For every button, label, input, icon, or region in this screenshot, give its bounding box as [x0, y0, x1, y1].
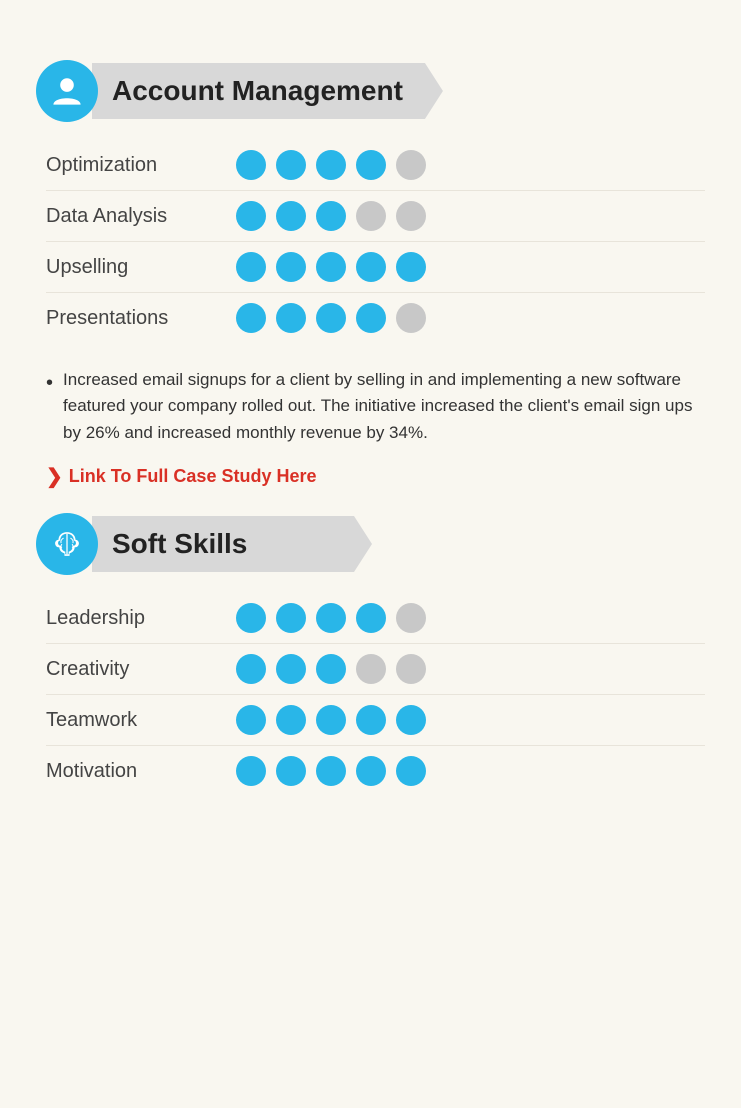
filled-dot	[276, 201, 306, 231]
filled-dot	[396, 705, 426, 735]
skills-table-soft-skills: Leadership Creativity Teamwork Motivation	[46, 593, 705, 796]
skill-name: Presentations	[46, 307, 236, 330]
filled-dot	[276, 303, 306, 333]
filled-dot	[276, 705, 306, 735]
empty-dot	[396, 303, 426, 333]
skill-dots	[236, 303, 426, 333]
empty-dot	[356, 201, 386, 231]
bullet-marker: •	[46, 368, 53, 399]
filled-dot	[236, 252, 266, 282]
filled-dot	[276, 654, 306, 684]
table-row: Leadership	[46, 593, 705, 644]
filled-dot	[316, 150, 346, 180]
filled-dot	[316, 303, 346, 333]
filled-dot	[276, 756, 306, 786]
skill-dots	[236, 654, 426, 684]
section-header-account-management: Account Management	[36, 60, 705, 122]
filled-dot	[236, 705, 266, 735]
filled-dot	[236, 201, 266, 231]
filled-dot	[316, 201, 346, 231]
skill-dots	[236, 756, 426, 786]
case-study-link-text: Link To Full Case Study Here	[69, 466, 317, 487]
empty-dot	[396, 201, 426, 231]
skill-name: Leadership	[46, 607, 236, 630]
table-row: Motivation	[46, 746, 705, 796]
skill-dots	[236, 201, 426, 231]
skill-name: Motivation	[46, 760, 236, 783]
filled-dot	[236, 150, 266, 180]
filled-dot	[276, 252, 306, 282]
table-row: Creativity	[46, 644, 705, 695]
filled-dot	[316, 654, 346, 684]
empty-dot	[396, 603, 426, 633]
section-arrow-account-management: Account Management	[92, 63, 443, 119]
filled-dot	[356, 252, 386, 282]
person-icon	[36, 60, 98, 122]
table-row: Teamwork	[46, 695, 705, 746]
table-row: Data Analysis	[46, 191, 705, 242]
section-header-soft-skills: Soft Skills	[36, 513, 705, 575]
skill-dots	[236, 705, 426, 735]
skills-table-account-management: Optimization Data Analysis Upselling Presen…	[46, 140, 705, 343]
filled-dot	[356, 705, 386, 735]
skill-name: Creativity	[46, 658, 236, 681]
filled-dot	[396, 756, 426, 786]
filled-dot	[356, 756, 386, 786]
filled-dot	[236, 303, 266, 333]
empty-dot	[356, 654, 386, 684]
skill-name: Teamwork	[46, 709, 236, 732]
section-label-account-management: Account Management	[112, 75, 403, 106]
table-row: Optimization	[46, 140, 705, 191]
empty-dot	[396, 150, 426, 180]
brain-icon	[36, 513, 98, 575]
filled-dot	[276, 150, 306, 180]
skill-dots	[236, 150, 426, 180]
filled-dot	[356, 150, 386, 180]
empty-dot	[396, 654, 426, 684]
bullet-item: • Increased email signups for a client by…	[46, 367, 705, 446]
filled-dot	[316, 252, 346, 282]
filled-dot	[236, 756, 266, 786]
filled-dot	[316, 756, 346, 786]
filled-dot	[316, 603, 346, 633]
filled-dot	[236, 654, 266, 684]
filled-dot	[276, 603, 306, 633]
section-arrow-soft-skills: Soft Skills	[92, 516, 372, 572]
skill-name: Data Analysis	[46, 205, 236, 228]
bullet-section: • Increased email signups for a client by…	[46, 367, 705, 446]
skill-name: Upselling	[46, 256, 236, 279]
table-row: Presentations	[46, 293, 705, 343]
filled-dot	[316, 705, 346, 735]
filled-dot	[356, 303, 386, 333]
table-row: Upselling	[46, 242, 705, 293]
skill-name: Optimization	[46, 154, 236, 177]
skill-dots	[236, 603, 426, 633]
skill-dots	[236, 252, 426, 282]
filled-dot	[356, 603, 386, 633]
case-study-link[interactable]: ❯ Link To Full Case Study Here	[46, 464, 705, 489]
chevron-right-icon: ❯	[46, 464, 63, 489]
filled-dot	[396, 252, 426, 282]
section-label-soft-skills: Soft Skills	[112, 528, 247, 559]
bullet-text: Increased email signups for a client by …	[63, 367, 705, 446]
filled-dot	[236, 603, 266, 633]
